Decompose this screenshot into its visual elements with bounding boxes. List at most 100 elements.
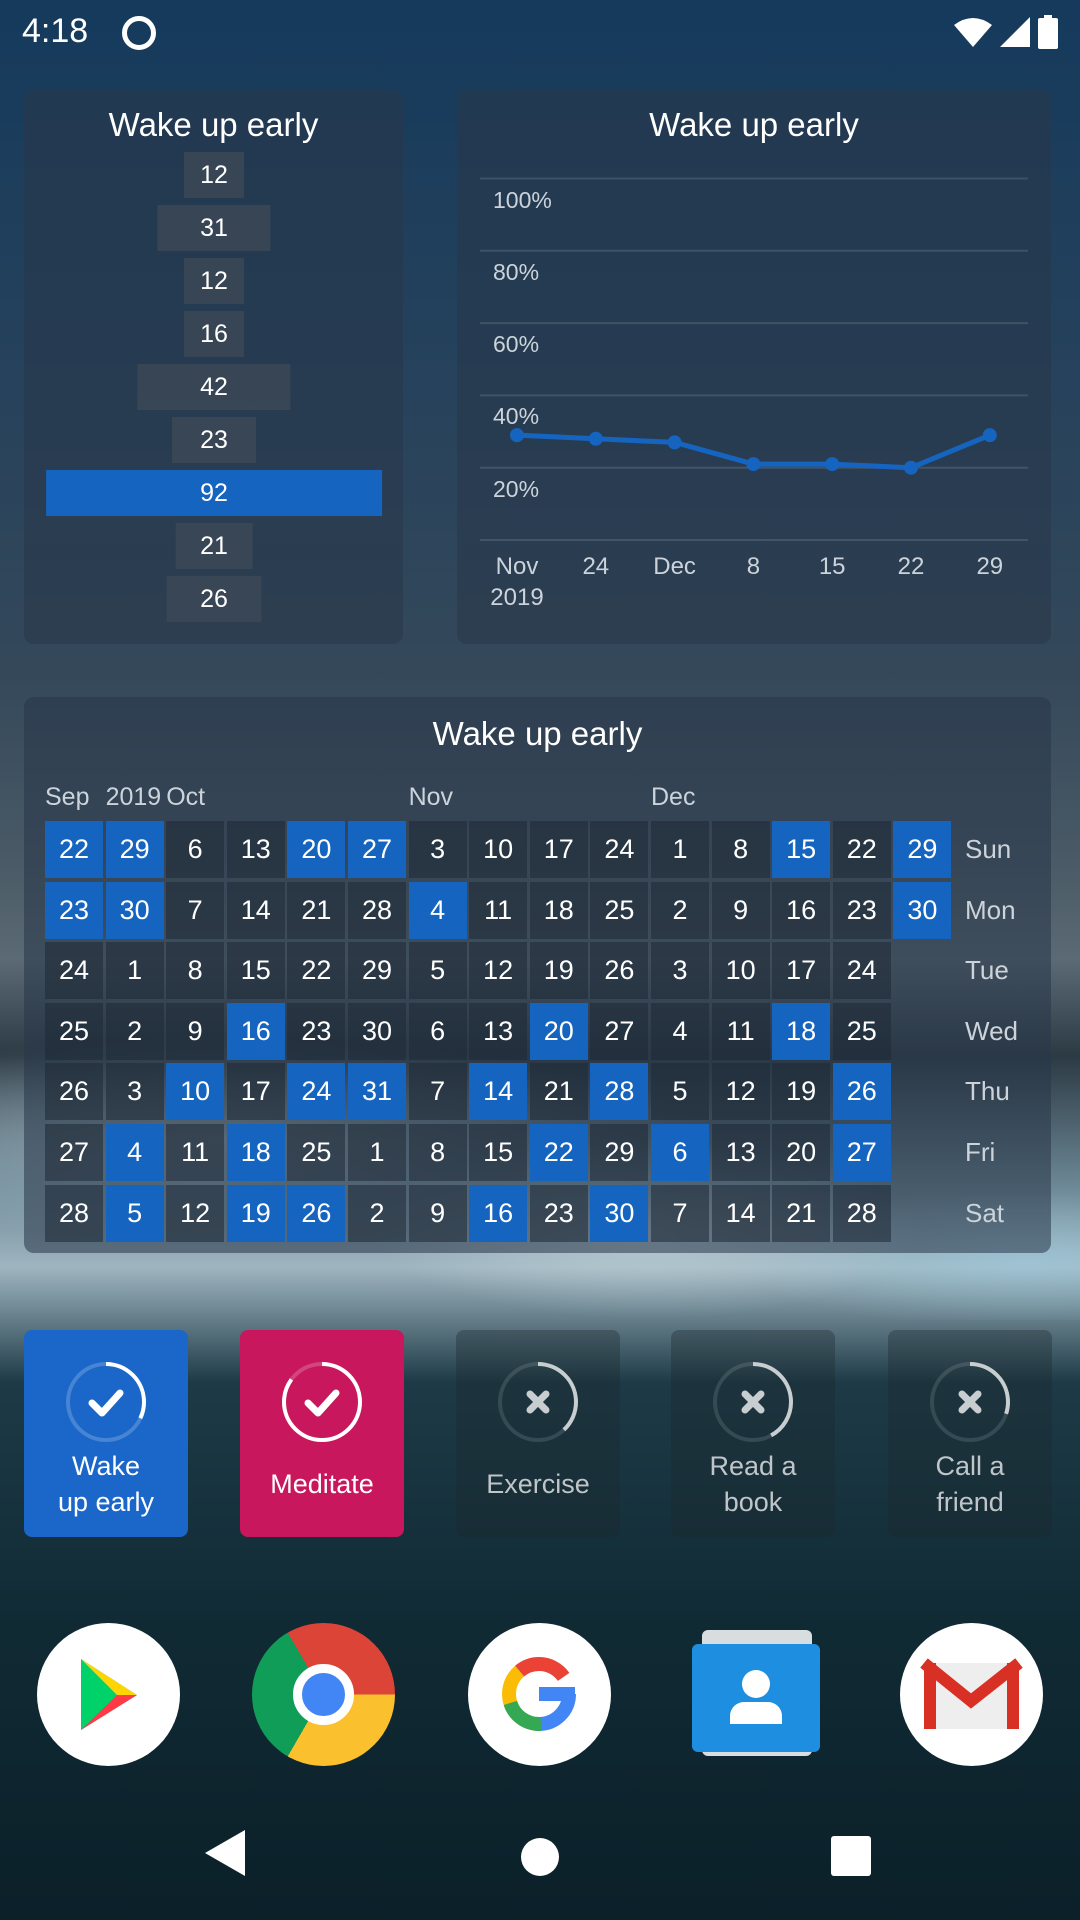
google-icon[interactable] xyxy=(468,1623,611,1766)
calendar-day[interactable]: 31 xyxy=(348,1063,406,1121)
calendar-day[interactable]: 8 xyxy=(711,821,770,878)
calendar-day[interactable]: 20 xyxy=(287,821,346,878)
calendar-day[interactable]: 13 xyxy=(469,1002,528,1060)
calendar-day[interactable]: 11 xyxy=(469,881,528,939)
calendar-day[interactable]: 26 xyxy=(832,1063,891,1121)
calendar-day[interactable]: 28 xyxy=(590,1063,649,1121)
calendar-day[interactable]: 11 xyxy=(166,1124,225,1181)
contacts-icon[interactable] xyxy=(692,1630,820,1758)
calendar-day[interactable]: 25 xyxy=(287,1124,346,1181)
calendar-day[interactable]: 12 xyxy=(166,1184,225,1242)
calendar-day[interactable]: 18 xyxy=(226,1124,285,1181)
calendar-day[interactable]: 20 xyxy=(529,1002,588,1060)
calendar-day[interactable]: 6 xyxy=(651,1124,709,1181)
calendar-day[interactable]: 22 xyxy=(287,942,346,1000)
chrome-icon[interactable] xyxy=(252,1623,395,1766)
calendar-day[interactable]: 24 xyxy=(832,942,891,1000)
calendar-day[interactable]: 27 xyxy=(590,1002,649,1060)
calendar-day[interactable]: 14 xyxy=(469,1063,528,1121)
calendar-day[interactable]: 10 xyxy=(166,1063,225,1121)
calendar-day[interactable]: 17 xyxy=(772,942,831,1000)
calendar-day[interactable]: 21 xyxy=(287,881,346,939)
calendar-day[interactable]: 29 xyxy=(348,942,406,1000)
calendar-day[interactable]: 17 xyxy=(529,821,588,878)
calendar-day[interactable]: 5 xyxy=(105,1184,164,1242)
calendar-day[interactable]: 20 xyxy=(772,1124,831,1181)
calendar-day[interactable]: 2 xyxy=(105,1002,164,1060)
calendar-day[interactable]: 5 xyxy=(651,1063,709,1121)
calendar-day[interactable]: 18 xyxy=(772,1002,831,1060)
calendar-day[interactable]: 7 xyxy=(651,1184,709,1242)
habit-button[interactable]: Meditate xyxy=(240,1330,404,1537)
calendar-day[interactable]: 9 xyxy=(711,881,770,939)
calendar-day[interactable]: 26 xyxy=(590,942,649,1000)
calendar-day[interactable]: 2 xyxy=(651,881,709,939)
calendar-day[interactable]: 14 xyxy=(711,1184,770,1242)
calendar-day[interactable]: 15 xyxy=(226,942,285,1000)
calendar-day[interactable]: 19 xyxy=(529,942,588,1000)
calendar-day[interactable]: 7 xyxy=(408,1063,467,1121)
calendar-day[interactable]: 24 xyxy=(45,942,103,1000)
back-icon[interactable] xyxy=(205,1830,245,1876)
calendar-day[interactable]: 25 xyxy=(590,881,649,939)
calendar-day[interactable]: 1 xyxy=(651,821,709,878)
calendar-day[interactable]: 28 xyxy=(45,1184,103,1242)
play-store-icon[interactable] xyxy=(37,1623,180,1766)
habit-button[interactable]: Call a friend xyxy=(888,1330,1052,1537)
calendar-day[interactable]: 13 xyxy=(711,1124,770,1181)
calendar-day[interactable]: 2 xyxy=(348,1184,406,1242)
calendar-day[interactable]: 29 xyxy=(105,821,164,878)
calendar-day[interactable]: 23 xyxy=(287,1002,346,1060)
calendar-day[interactable]: 17 xyxy=(226,1063,285,1121)
calendar-day[interactable]: 27 xyxy=(348,821,406,878)
calendar-day[interactable]: 23 xyxy=(832,881,891,939)
calendar-day[interactable]: 3 xyxy=(651,942,709,1000)
calendar-day[interactable]: 22 xyxy=(45,821,103,878)
calendar-day[interactable]: 25 xyxy=(45,1002,103,1060)
calendar-day[interactable]: 12 xyxy=(711,1063,770,1121)
calendar-day[interactable]: 15 xyxy=(772,821,831,878)
calendar-day[interactable]: 3 xyxy=(105,1063,164,1121)
habit-button[interactable]: Read a book xyxy=(671,1330,835,1537)
calendar-day[interactable]: 6 xyxy=(166,821,225,878)
calendar-day[interactable]: 22 xyxy=(832,821,891,878)
calendar-day[interactable]: 23 xyxy=(529,1184,588,1242)
calendar-day[interactable]: 30 xyxy=(893,881,952,939)
calendar-day[interactable]: 6 xyxy=(408,1002,467,1060)
calendar-day[interactable]: 8 xyxy=(166,942,225,1000)
calendar-day[interactable]: 30 xyxy=(105,881,164,939)
calendar-day[interactable]: 13 xyxy=(226,821,285,878)
calendar-day[interactable]: 10 xyxy=(711,942,770,1000)
recents-icon[interactable] xyxy=(831,1830,871,1876)
calendar-day[interactable]: 19 xyxy=(226,1184,285,1242)
home-icon[interactable] xyxy=(520,1830,560,1876)
calendar-day[interactable]: 26 xyxy=(287,1184,346,1242)
calendar-day[interactable]: 25 xyxy=(832,1002,891,1060)
calendar-day[interactable]: 28 xyxy=(348,881,406,939)
calendar-day[interactable]: 4 xyxy=(651,1002,709,1060)
gmail-icon[interactable] xyxy=(900,1623,1043,1766)
calendar-day[interactable]: 21 xyxy=(772,1184,831,1242)
calendar-day[interactable]: 4 xyxy=(105,1124,164,1181)
calendar-day[interactable]: 7 xyxy=(166,881,225,939)
calendar-day[interactable]: 27 xyxy=(832,1124,891,1181)
calendar-day[interactable]: 18 xyxy=(529,881,588,939)
calendar-day[interactable]: 11 xyxy=(711,1002,770,1060)
calendar-day[interactable]: 24 xyxy=(590,821,649,878)
calendar-day[interactable]: 8 xyxy=(408,1124,467,1181)
calendar-day[interactable]: 5 xyxy=(408,942,467,1000)
calendar-day[interactable]: 14 xyxy=(226,881,285,939)
calendar-day[interactable]: 24 xyxy=(287,1063,346,1121)
calendar-day[interactable]: 29 xyxy=(590,1124,649,1181)
calendar-day[interactable]: 30 xyxy=(590,1184,649,1242)
calendar-day[interactable]: 16 xyxy=(226,1002,285,1060)
calendar-day[interactable]: 10 xyxy=(469,821,528,878)
calendar-day[interactable]: 30 xyxy=(348,1002,406,1060)
calendar-day[interactable]: 26 xyxy=(45,1063,103,1121)
calendar-day[interactable]: 12 xyxy=(469,942,528,1000)
calendar-day[interactable]: 1 xyxy=(105,942,164,1000)
calendar-day[interactable]: 22 xyxy=(529,1124,588,1181)
calendar-day[interactable]: 29 xyxy=(893,821,952,878)
calendar-day[interactable]: 21 xyxy=(529,1063,588,1121)
calendar-day[interactable]: 16 xyxy=(772,881,831,939)
